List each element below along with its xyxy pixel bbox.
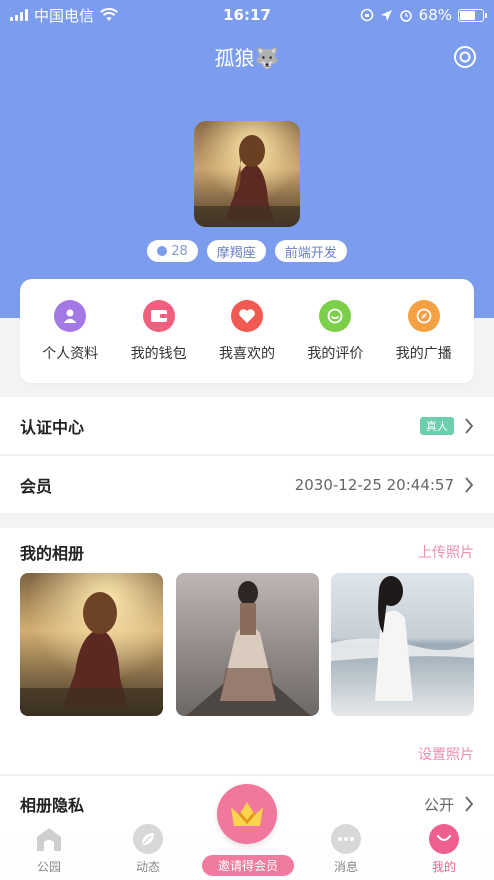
profile-tags: 28 摩羯座 前端开发 xyxy=(0,240,494,262)
tab-label: 我的 xyxy=(431,860,456,874)
gender-male-icon xyxy=(157,246,168,256)
user-avatar[interactable] xyxy=(194,121,300,227)
status-right: 68% xyxy=(360,6,487,24)
age-value: 28 xyxy=(171,243,188,259)
carrier-label: 中国电信 xyxy=(34,6,95,25)
menu-label: 我的广播 xyxy=(395,345,452,362)
avatar-photo xyxy=(194,121,300,227)
album-section: 我的相册 上传照片 设置照片 xyxy=(0,528,494,774)
member-title: 会员 xyxy=(20,476,53,496)
menu-broadcast[interactable]: 我的广播 xyxy=(381,299,467,363)
chevron-right-icon xyxy=(465,417,474,434)
smile-icon xyxy=(429,824,459,854)
album-photo-1[interactable] xyxy=(20,573,163,716)
status-bar: 中国电信 16:17 68% xyxy=(0,0,494,30)
menu-wallet[interactable]: 我的钱包 xyxy=(116,299,202,363)
status-left: 中国电信 xyxy=(10,5,118,26)
location-icon xyxy=(380,9,392,21)
rotation-lock-icon xyxy=(360,8,373,22)
tab-label: 动态 xyxy=(135,860,160,874)
privacy-title: 相册隐私 xyxy=(20,796,85,815)
house-icon xyxy=(34,824,64,854)
verify-title: 认证中心 xyxy=(20,417,85,437)
member-right: 2030-12-25 20:44:57 xyxy=(295,476,474,494)
alarm-icon xyxy=(399,10,412,22)
signal-icon xyxy=(10,9,28,21)
menu-label: 我的评价 xyxy=(307,345,364,362)
set-photos-link[interactable]: 设置照片 xyxy=(418,744,474,764)
album-title: 我的相册 xyxy=(20,544,85,563)
tab-label: 消息 xyxy=(333,860,358,874)
comment-icon xyxy=(319,299,352,332)
verify-row[interactable]: 认证中心 真人 xyxy=(0,397,494,454)
quick-menu: 个人资料 我的钱包 我喜欢的 我的评价 我的广播 xyxy=(20,279,474,383)
album-photo-3-image xyxy=(331,573,474,716)
chat-icon xyxy=(331,824,361,854)
wifi-icon xyxy=(100,8,118,21)
menu-label: 个人资料 xyxy=(42,345,99,362)
menu-label: 我喜欢的 xyxy=(218,345,275,362)
verify-right: 真人 xyxy=(420,416,474,435)
heart-icon xyxy=(230,299,263,332)
invite-member-button[interactable] xyxy=(217,784,277,844)
tab-messages[interactable]: 消息 xyxy=(314,824,378,875)
menu-label: 我的钱包 xyxy=(130,345,187,362)
person-icon xyxy=(54,299,87,332)
battery-fill xyxy=(460,10,475,20)
tab-park[interactable]: 公园 xyxy=(17,824,81,875)
wallet-icon xyxy=(142,299,175,332)
menu-likes[interactable]: 我喜欢的 xyxy=(204,299,290,363)
menu-reviews[interactable]: 我的评价 xyxy=(292,299,378,363)
job-tag: 前端开发 xyxy=(274,240,347,262)
album-photo-1-image xyxy=(20,573,163,716)
tab-mine[interactable]: 我的 xyxy=(412,824,476,875)
privacy-right: 公开 xyxy=(424,794,474,815)
chevron-right-icon xyxy=(465,476,474,493)
menu-profile[interactable]: 个人资料 xyxy=(27,299,113,363)
member-expiry: 2030-12-25 20:44:57 xyxy=(294,475,454,494)
crown-icon xyxy=(231,802,263,826)
battery-icon xyxy=(458,8,487,22)
battery-percent: 68% xyxy=(418,6,452,24)
leaf-icon xyxy=(133,824,163,854)
zodiac-tag: 摩羯座 xyxy=(206,240,266,262)
chevron-right-icon xyxy=(465,796,474,812)
compass-icon xyxy=(407,299,440,332)
tab-moments[interactable]: 动态 xyxy=(116,824,180,875)
member-row[interactable]: 会员 2030-12-25 20:44:57 xyxy=(0,456,494,513)
album-photo-2-image xyxy=(176,573,319,716)
age-tag: 28 xyxy=(147,240,198,262)
album-photo-2[interactable] xyxy=(176,573,319,716)
tab-label: 公园 xyxy=(36,860,61,874)
real-person-badge: 真人 xyxy=(420,416,454,435)
page-title: 孤狼🐺 xyxy=(214,46,280,70)
album-header: 我的相册 上传照片 xyxy=(20,540,474,564)
invite-member-label[interactable]: 邀请得会员 xyxy=(202,855,294,876)
settings-ring-icon[interactable] xyxy=(452,44,478,70)
upload-photo-link[interactable]: 上传照片 xyxy=(418,542,474,562)
album-photo-3[interactable] xyxy=(331,573,474,716)
privacy-value: 公开 xyxy=(423,795,454,814)
